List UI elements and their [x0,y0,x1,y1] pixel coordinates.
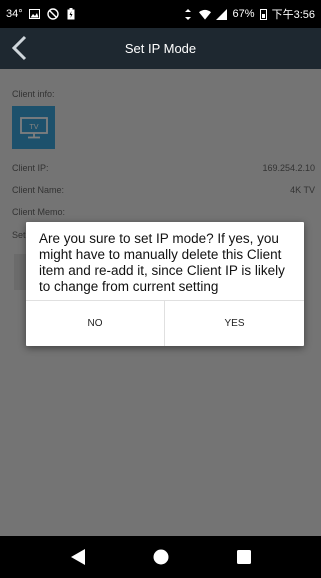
battery-icon [259,8,267,20]
yes-button[interactable]: YES [165,301,304,346]
back-arrow-icon[interactable] [10,35,30,61]
cellular-signal-icon [216,8,228,20]
no-button[interactable]: NO [26,301,164,346]
status-left: 34° [6,8,77,20]
nav-back-icon[interactable] [66,545,90,569]
clock-text: 下午3:56 [271,9,315,21]
status-right: 67% 下午3:56 [182,6,315,22]
dialog-message: Are you sure to set IP mode? If yes, you… [39,231,285,294]
status-bar: 34° 67% 下午3:56 [0,0,321,28]
temperature-text: 34° [6,8,23,20]
battery-charging-notification-icon [65,8,77,20]
data-transfer-icon [182,8,194,20]
wifi-icon [198,8,211,20]
sync-blocked-icon [46,8,59,20]
page-title: Set IP Mode [124,41,197,56]
battery-percent: 67% [232,8,255,20]
navigation-bar [0,536,321,578]
nav-recents-icon[interactable] [232,545,256,569]
confirm-dialog: Are you sure to set IP mode? If yes, you… [26,222,304,346]
nav-home-icon[interactable] [149,545,173,569]
image-notification-icon [29,8,41,20]
app-bar: Set IP Mode [0,28,321,69]
